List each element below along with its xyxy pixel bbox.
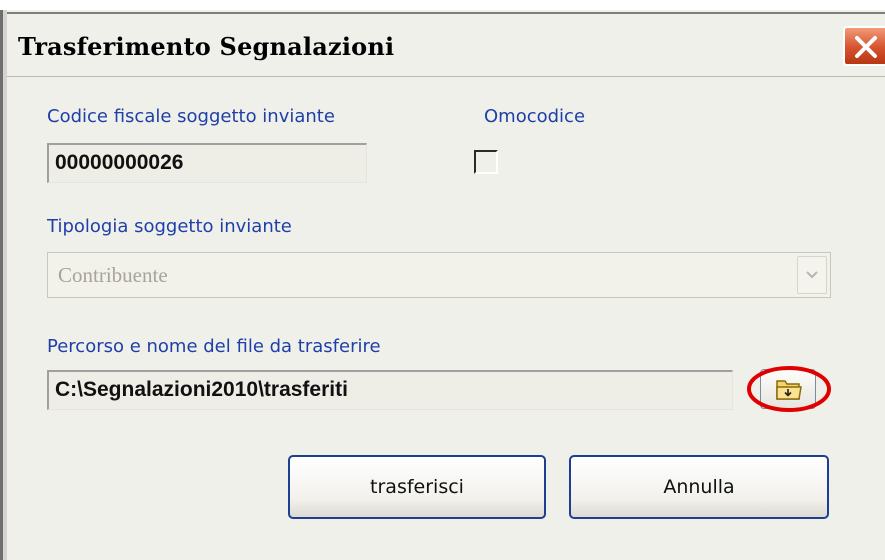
chevron-down-icon xyxy=(806,271,818,279)
title-separator xyxy=(7,76,885,77)
window-border-left-inner xyxy=(3,10,7,560)
close-icon xyxy=(855,36,877,58)
codice-fiscale-field[interactable]: 00000000026 xyxy=(47,143,367,183)
transfer-button[interactable]: trasferisci xyxy=(288,455,546,519)
tipologia-selected-value: Contribuente xyxy=(58,263,168,287)
window-title: Trasferimento Segnalazioni xyxy=(18,32,395,61)
screen-edge xyxy=(0,0,885,10)
highlight-ring xyxy=(747,366,831,412)
tipologia-dropdown-button[interactable] xyxy=(797,256,827,294)
percorso-label: Percorso e nome del file da trasferire xyxy=(47,336,381,357)
tipologia-select[interactable]: Contribuente xyxy=(47,252,831,298)
browse-folder-button[interactable] xyxy=(746,364,832,414)
omocodice-checkbox[interactable] xyxy=(474,150,498,174)
close-button[interactable] xyxy=(843,26,885,66)
percorso-field[interactable]: C:\Segnalazioni2010\trasferiti xyxy=(47,370,733,410)
dialog-window: Trasferimento Segnalazioni Codice fiscal… xyxy=(0,0,885,560)
cancel-button[interactable]: Annulla xyxy=(569,455,829,519)
codice-fiscale-label: Codice fiscale soggetto inviante xyxy=(47,106,335,127)
omocodice-label: Omocodice xyxy=(484,106,586,127)
tipologia-label: Tipologia soggetto inviante xyxy=(47,216,292,237)
